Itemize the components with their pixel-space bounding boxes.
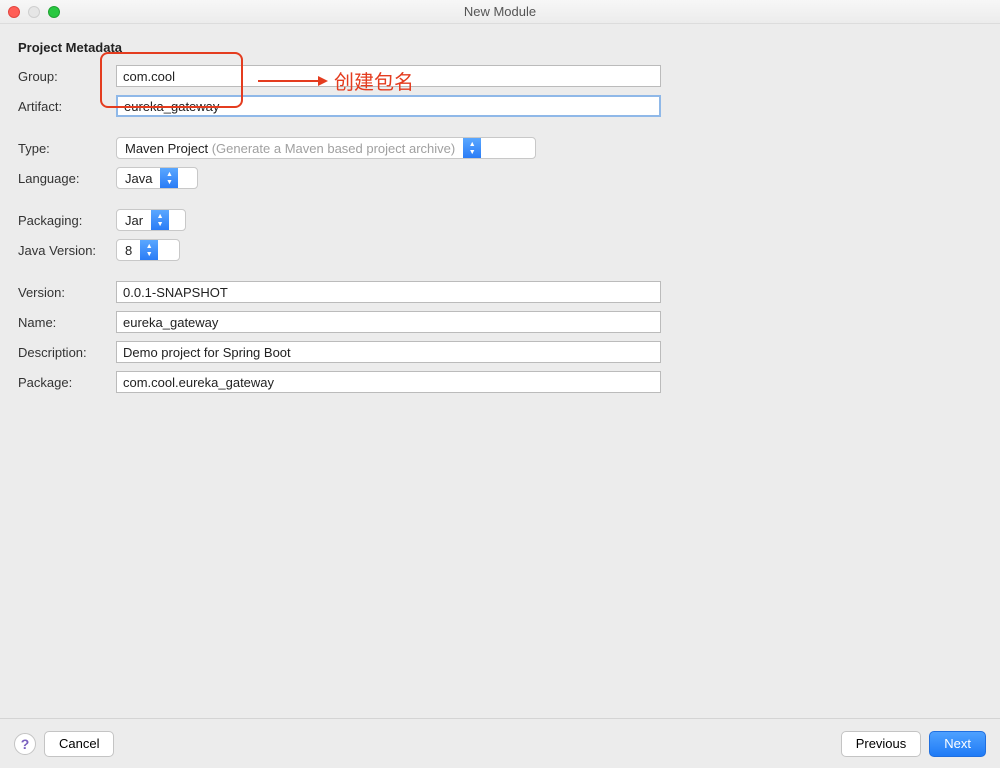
type-select[interactable]: Maven Project (Generate a Maven based pr…: [116, 137, 536, 159]
window-controls: [8, 6, 60, 18]
label-package: Package:: [18, 375, 116, 390]
packaging-select[interactable]: Jar ▲▼: [116, 209, 186, 231]
language-value: Java: [125, 171, 152, 186]
help-button[interactable]: ?: [14, 733, 36, 755]
label-description: Description:: [18, 345, 116, 360]
footer: ? Cancel Previous Next: [0, 718, 1000, 768]
section-title: Project Metadata: [18, 40, 982, 55]
java-version-value: 8: [125, 243, 132, 258]
chevron-updown-icon: ▲▼: [463, 138, 481, 158]
help-icon: ?: [21, 736, 30, 752]
new-module-window: New Module Project Metadata 创建包名 Group: …: [0, 0, 1000, 768]
next-button[interactable]: Next: [929, 731, 986, 757]
row-description: Description:: [18, 341, 982, 363]
label-artifact: Artifact:: [18, 99, 116, 114]
version-input[interactable]: [116, 281, 661, 303]
type-hint: (Generate a Maven based project archive): [212, 141, 456, 156]
label-version: Version:: [18, 285, 116, 300]
window-title: New Module: [0, 4, 1000, 19]
packaging-value: Jar: [125, 213, 143, 228]
row-version: Version:: [18, 281, 982, 303]
row-name: Name:: [18, 311, 982, 333]
language-select[interactable]: Java ▲▼: [116, 167, 198, 189]
zoom-icon[interactable]: [48, 6, 60, 18]
label-type: Type:: [18, 141, 116, 156]
type-value: Maven Project: [125, 141, 208, 156]
java-version-select[interactable]: 8 ▲▼: [116, 239, 180, 261]
content-area: Project Metadata 创建包名 Group: Artifact: T…: [0, 24, 1000, 718]
row-language: Language: Java ▲▼: [18, 167, 982, 189]
chevron-updown-icon: ▲▼: [140, 240, 158, 260]
row-package: Package:: [18, 371, 982, 393]
label-name: Name:: [18, 315, 116, 330]
row-packaging: Packaging: Jar ▲▼: [18, 209, 982, 231]
label-packaging: Packaging:: [18, 213, 116, 228]
group-input[interactable]: [116, 65, 661, 87]
row-type: Type: Maven Project (Generate a Maven ba…: [18, 137, 982, 159]
chevron-updown-icon: ▲▼: [160, 168, 178, 188]
name-input[interactable]: [116, 311, 661, 333]
minimize-icon: [28, 6, 40, 18]
row-java-version: Java Version: 8 ▲▼: [18, 239, 982, 261]
close-icon[interactable]: [8, 6, 20, 18]
titlebar: New Module: [0, 0, 1000, 24]
cancel-button[interactable]: Cancel: [44, 731, 114, 757]
description-input[interactable]: [116, 341, 661, 363]
label-language: Language:: [18, 171, 116, 186]
package-input[interactable]: [116, 371, 661, 393]
previous-button[interactable]: Previous: [841, 731, 922, 757]
row-artifact: Artifact:: [18, 95, 982, 117]
chevron-updown-icon: ▲▼: [151, 210, 169, 230]
label-java-version: Java Version:: [18, 243, 116, 258]
label-group: Group:: [18, 69, 116, 84]
artifact-input[interactable]: [116, 95, 661, 117]
row-group: Group:: [18, 65, 982, 87]
